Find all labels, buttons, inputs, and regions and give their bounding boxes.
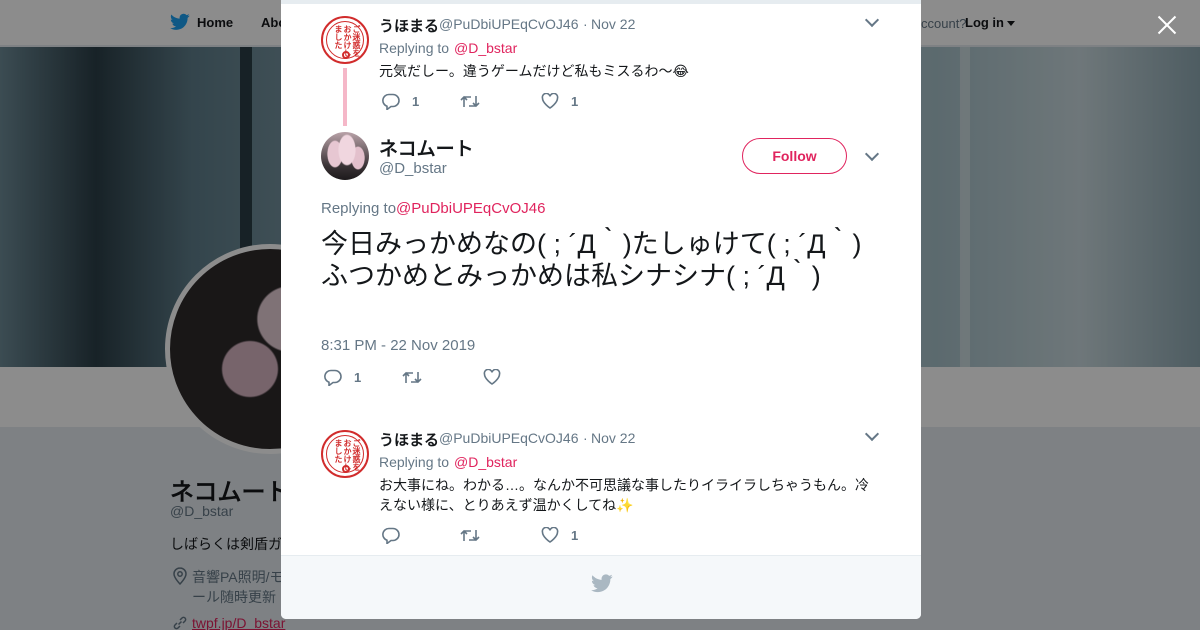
replying-to-link[interactable]: @D_bstar (454, 454, 517, 470)
follow-button[interactable]: Follow (742, 138, 847, 174)
twitter-bird-icon (591, 574, 613, 593)
tweet-author-handle[interactable]: @PuDbiUPEqCvOJ46 (439, 16, 579, 32)
reply-icon (324, 369, 342, 386)
main-tweet-text: 今日みっかめなの( ; ´Д｀)たしゅけて( ; ´Д｀)ふつかめとみっかめは私… (321, 229, 862, 291)
avatar[interactable]: ご迷惑をおかけしました (321, 430, 369, 478)
stamp-dot (342, 465, 350, 473)
reply-icon (382, 527, 400, 544)
modal-footer (281, 555, 921, 619)
tweet-text: 元気だしー。違うゲームだけど私もミスるわ～😂 (379, 63, 689, 79)
tweet-modal: ご迷惑をおかけしました うほまる @PuDbiUPEqCvOJ46 · Nov … (281, 0, 921, 619)
close-icon[interactable] (1154, 12, 1180, 38)
like-button[interactable] (483, 369, 513, 385)
replying-to-label: Replying to (321, 200, 397, 217)
retweet-icon (460, 529, 480, 542)
like-count: 1 (571, 93, 579, 109)
like-button[interactable]: 1 (541, 93, 578, 109)
avatar[interactable]: ご迷惑をおかけしました (321, 16, 369, 64)
reply-button[interactable] (382, 527, 412, 544)
reply-icon (382, 93, 400, 110)
tweet-author-name[interactable]: うほまる (379, 15, 439, 36)
replying-to-label: Replying to (379, 40, 450, 56)
replying-to-link[interactable]: @PuDbiUPEqCvOJ46 (396, 200, 545, 217)
like-count: 1 (571, 527, 579, 543)
main-tweet-author-handle[interactable]: @D_bstar (379, 160, 447, 177)
reply-count: 1 (354, 370, 362, 385)
heart-icon (541, 527, 559, 543)
retweet-icon (460, 95, 480, 108)
tweet-author-handle[interactable]: @PuDbiUPEqCvOJ46 (439, 430, 579, 446)
chevron-down-icon[interactable] (864, 426, 880, 442)
tweet-text: お大事にね。わかる…。なんか不可思議な事したりイライラしちゃうもん。冷えない様に… (379, 477, 869, 513)
avatar[interactable] (321, 132, 369, 180)
tweet-date[interactable]: Nov 22 (591, 16, 635, 32)
chevron-down-icon[interactable] (864, 146, 880, 162)
thread-connector (343, 68, 347, 126)
retweet-icon (402, 371, 422, 384)
modal-top-edge (281, 0, 921, 4)
chevron-down-icon[interactable] (864, 12, 880, 28)
reply-button[interactable]: 1 (324, 369, 361, 386)
separator-dot: · (583, 430, 588, 446)
stamp-dot (342, 51, 350, 59)
like-button[interactable]: 1 (541, 527, 578, 543)
retweet-button[interactable] (402, 370, 434, 385)
heart-icon (541, 93, 559, 109)
tweet-author-name[interactable]: うほまる (379, 429, 439, 450)
heart-icon (483, 369, 501, 385)
reply-button[interactable]: 1 (382, 93, 419, 110)
main-tweet-author-name[interactable]: ネコムート (379, 134, 474, 161)
retweet-button[interactable] (460, 528, 492, 543)
separator-dot: · (583, 16, 588, 32)
retweet-button[interactable] (460, 94, 492, 109)
replying-to-label: Replying to (379, 454, 450, 470)
replying-to-link[interactable]: @D_bstar (454, 40, 517, 56)
tweet-date[interactable]: Nov 22 (591, 430, 635, 446)
reply-count: 1 (412, 94, 420, 109)
main-tweet-timestamp[interactable]: 8:31 PM - 22 Nov 2019 (321, 337, 475, 354)
